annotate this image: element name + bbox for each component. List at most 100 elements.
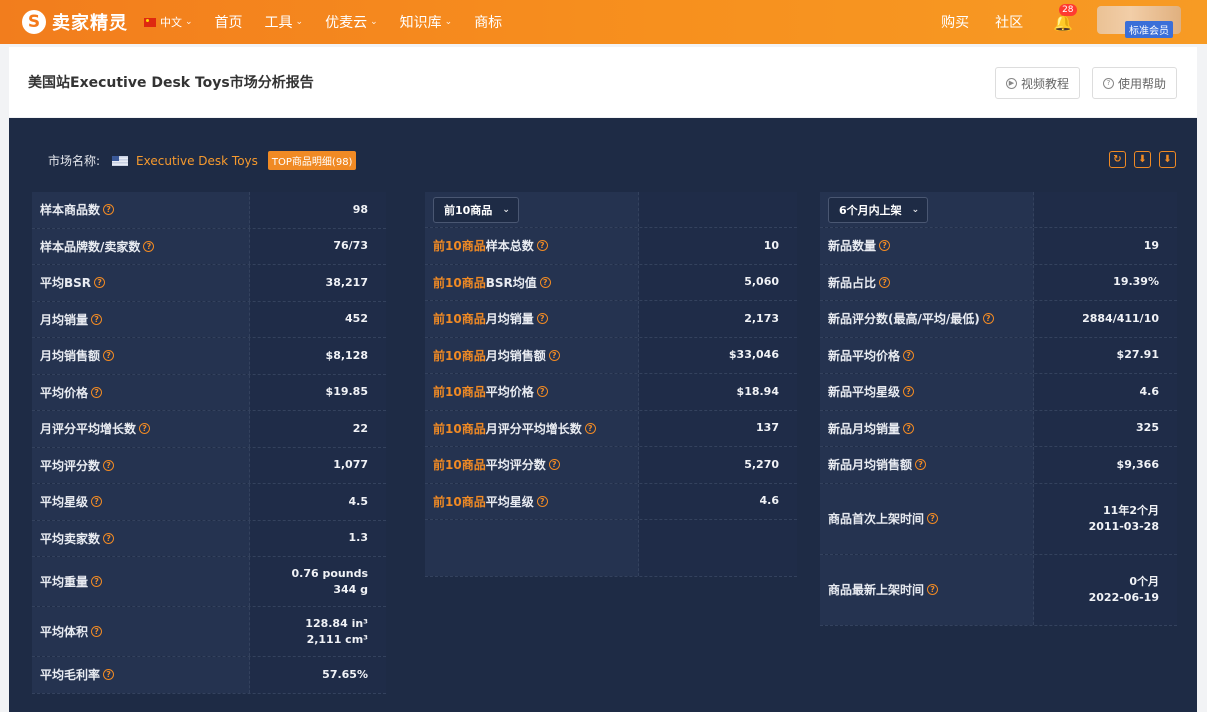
video-tutorial-button[interactable]: ▶ 视频教程 <box>995 67 1081 99</box>
row-label-text: 月评分平均增长数 <box>485 421 582 436</box>
help-tooltip-icon[interactable]: ? <box>91 576 103 587</box>
market-name-link[interactable]: Executive Desk Toys <box>136 154 258 168</box>
help-tooltip-icon[interactable]: ? <box>584 422 596 434</box>
row-label-text: 新品月均销量 <box>828 421 901 436</box>
help-tooltip-icon[interactable]: ? <box>903 422 915 434</box>
help-tooltip-icon[interactable]: ? <box>982 313 994 325</box>
row-label: 平均毛利率? <box>32 657 250 693</box>
top10-prefix: 前10商品 <box>433 348 486 363</box>
help-tooltip-icon[interactable]: ? <box>139 423 151 435</box>
chevron-down-icon: ⌄ <box>911 204 920 215</box>
help-tooltip-icon[interactable]: ? <box>536 313 548 325</box>
chevron-down-icon: ⌄ <box>370 17 378 27</box>
top-products-badge[interactable]: TOP商品明细(98) <box>267 151 357 170</box>
table-row: 新品平均价格? $27.91 <box>820 337 1177 374</box>
notification-count-badge: 28 <box>1059 3 1077 16</box>
export-icon[interactable]: ⬇ <box>1159 151 1176 168</box>
row-label: 前10商品 月均销量? <box>425 301 639 337</box>
table-row: 前10商品 平均星级? 4.6 <box>425 483 797 520</box>
market-info: 市场名称: Executive Desk Toys TOP商品明细(98) <box>48 151 357 170</box>
value-text: 19 <box>1143 238 1159 252</box>
help-tooltip-icon[interactable]: ? <box>927 584 939 595</box>
row-value: $18.94 <box>639 374 797 410</box>
help-button[interactable]: ? 使用帮助 <box>1092 67 1178 99</box>
value-text: 2884/411/10 <box>1082 311 1159 325</box>
help-tooltip-icon[interactable]: ? <box>91 313 103 325</box>
row-label-text: 平均体积 <box>40 625 89 639</box>
table-row: 平均重量? 0.76 pounds 344 g <box>32 557 386 607</box>
help-tooltip-icon[interactable]: ? <box>915 459 927 471</box>
help-tooltip-icon[interactable]: ? <box>879 240 891 252</box>
help-tooltip-icon[interactable]: ? <box>879 276 891 288</box>
row-value: 98 <box>250 192 386 228</box>
nav-tools[interactable]: 工具 ⌄ <box>265 12 304 32</box>
table-row: 新品平均星级? 4.6 <box>820 374 1177 411</box>
row-label: 平均卖家数? <box>32 520 250 556</box>
row-label-text: 样本商品数 <box>40 203 101 218</box>
dropdown-cell: 前10商品 ⌄ <box>425 192 639 227</box>
notification-button[interactable]: 🔔 28 <box>1053 3 1077 32</box>
help-tooltip-icon[interactable]: ? <box>103 669 115 681</box>
value-text: 98 <box>352 202 368 216</box>
row-label-text: 月评分平均增长数 <box>40 422 137 437</box>
row-label: 商品首次上架时间? <box>820 483 1034 554</box>
value-text: 452 <box>345 312 368 326</box>
help-tooltip-icon[interactable]: ? <box>927 513 939 524</box>
row-label: 平均体积? <box>32 607 250 656</box>
row-label: 前10商品 平均价格? <box>425 374 639 410</box>
help-tooltip-icon[interactable]: ? <box>91 386 103 398</box>
nav-youmaiyun[interactable]: 优麦云 ⌄ <box>325 12 378 32</box>
value-text: 2,173 <box>744 311 779 325</box>
row-value: $19.85 <box>250 374 386 410</box>
help-tooltip-icon[interactable]: ? <box>103 459 115 471</box>
help-tooltip-icon[interactable]: ? <box>103 204 115 216</box>
market-label: 市场名称: <box>48 154 101 168</box>
nav-knowledge[interactable]: 知识库 ⌄ <box>400 12 453 32</box>
refresh-icon[interactable]: ↻ <box>1109 151 1126 168</box>
row-value: $9,366 <box>1034 447 1177 483</box>
help-tooltip-icon[interactable]: ? <box>103 350 115 362</box>
language-select[interactable]: 中文 ⌄ <box>144 14 193 30</box>
logo[interactable]: S 卖家精灵 <box>22 9 128 35</box>
nav-community[interactable]: 社区 <box>995 12 1023 32</box>
help-tooltip-icon[interactable]: ? <box>91 626 103 637</box>
top10-dropdown-label: 前10商品 <box>444 203 493 217</box>
help-tooltip-icon[interactable]: ? <box>536 386 548 398</box>
table-row: 商品最新上架时间? 0个月 2022-06-19 <box>820 554 1177 626</box>
help-tooltip-icon[interactable]: ? <box>536 495 548 507</box>
table-row: 平均价格? $19.85 <box>32 374 386 411</box>
table-row: 前10商品 月评分平均增长数? 137 <box>425 410 797 447</box>
download-icon[interactable]: ⬇ <box>1134 151 1151 168</box>
help-label: 使用帮助 <box>1118 76 1167 91</box>
help-tooltip-icon[interactable]: ? <box>536 240 548 252</box>
nav-home[interactable]: 首页 <box>215 12 243 32</box>
value-text: 57.65% <box>322 667 368 681</box>
help-tooltip-icon[interactable]: ? <box>903 386 915 398</box>
help-tooltip-icon[interactable]: ? <box>548 349 560 361</box>
logo-text: 卖家精灵 <box>52 13 128 34</box>
empty-cell <box>425 520 639 576</box>
table-row: 新品月均销量? 325 <box>820 410 1177 447</box>
nav-buy[interactable]: 购买 <box>941 12 969 32</box>
help-tooltip-icon[interactable]: ? <box>143 240 155 252</box>
help-tooltip-icon[interactable]: ? <box>94 277 106 289</box>
table-row: 商品首次上架时间? 11年2个月 2011-03-28 <box>820 483 1177 555</box>
new-product-period-dropdown[interactable]: 6个月内上架 ⌄ <box>828 196 929 223</box>
user-menu[interactable]: 标准会员 <box>1097 0 1207 44</box>
row-label-text: 商品首次上架时间 <box>828 512 925 526</box>
table-row: 平均评分数? 1,077 <box>32 447 386 484</box>
nav-tools-label: 工具 <box>264 15 293 31</box>
period-dropdown-label: 6个月内上架 <box>839 203 902 217</box>
help-tooltip-icon[interactable]: ? <box>103 532 115 544</box>
help-tooltip-icon[interactable]: ? <box>903 349 915 361</box>
top10-dropdown[interactable]: 前10商品 ⌄ <box>433 196 519 223</box>
row-label: 前10商品 BSR均值? <box>425 264 639 300</box>
row-label: 新品评分数(最高/平均/最低)? <box>820 301 1034 337</box>
nav-trademark[interactable]: 商标 <box>474 12 502 32</box>
help-tooltip-icon[interactable]: ? <box>548 459 560 471</box>
top10-stats-table: 前10商品 ⌄ 前10商品 样本总数? 10 前10商品 BSR均值? 5,060 前10商… <box>425 192 797 577</box>
help-tooltip-icon[interactable]: ? <box>539 276 551 288</box>
help-tooltip-icon[interactable]: ? <box>91 496 103 508</box>
nav-trademark-label: 商标 <box>474 15 503 31</box>
table-row: 平均毛利率? 57.65% <box>32 657 386 694</box>
